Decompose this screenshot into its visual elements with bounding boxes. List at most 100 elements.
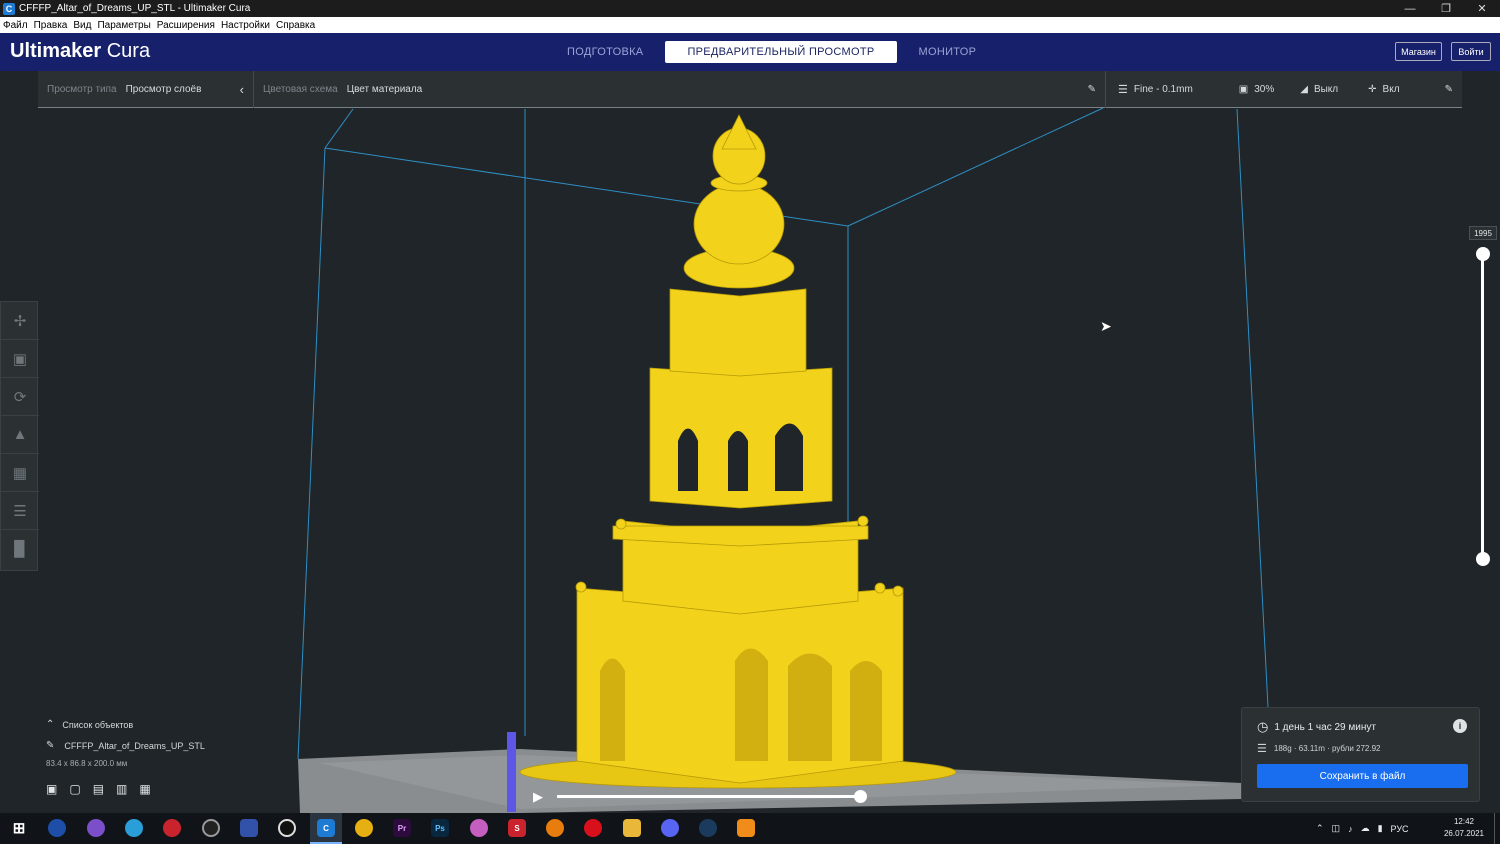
nozzle-marker [507, 732, 516, 812]
mirror-tool-icon[interactable]: ▲ [1, 416, 39, 454]
pencil-icon[interactable]: ✎ [1445, 84, 1453, 95]
per-model-settings-icon[interactable]: ▦ [1, 454, 39, 492]
premiere-icon[interactable]: Pr [393, 819, 411, 837]
tab-preview[interactable]: ПРЕДВАРИТЕЛЬНЫЙ ПРОСМОТР [665, 41, 897, 63]
menu-help[interactable]: Справка [273, 20, 318, 31]
chevron-up-icon[interactable]: ⌃ [46, 719, 54, 730]
system-tray: ⌃ ◫ ♪ ☁ ▮ РУС [1316, 813, 1409, 844]
save-to-file-button[interactable]: Сохранить в файл [1257, 764, 1468, 788]
discord-icon[interactable] [661, 819, 679, 837]
cura-icon[interactable]: C [317, 819, 335, 837]
print-info-panel: ◷ 1 день 1 час 29 минут i ☰ 188g · 63.11… [1241, 707, 1480, 802]
clock[interactable]: 12:42 26.07.2021 [1440, 816, 1488, 840]
right-view-icon[interactable]: ▦ [139, 782, 150, 796]
tab-prepare[interactable]: ПОДГОТОВКА [545, 41, 665, 63]
mouse-cursor-icon: ➤ [1100, 318, 1112, 334]
app-header: Ultimaker Cura ПОДГОТОВКА ПРЕДВАРИТЕЛЬНЫ… [0, 33, 1500, 71]
color-scheme-selector[interactable]: Цветовая схема Цвет материала ✎ [254, 70, 1106, 108]
steam-icon[interactable] [699, 819, 717, 837]
window-title: CFFFP_Altar_of_Dreams_UP_STL - Ultimaker… [19, 3, 251, 14]
show-desktop-button[interactable] [1494, 813, 1500, 844]
object-dimensions: 83.4 x 86.8 x 200.0 мм [46, 759, 128, 768]
print-settings-summary[interactable]: ☰ Fine - 0.1mm ▣ 30% ◢ Выкл ✛ Вкл ✎ [1106, 71, 1462, 108]
color-scheme-value: Цвет материала [346, 83, 423, 95]
3d-viewport[interactable]: Просмотр типа Просмотр слоёв ‹ Цветовая … [0, 70, 1500, 813]
language-indicator[interactable]: РУС [1391, 824, 1409, 834]
obs-icon[interactable] [202, 819, 220, 837]
restore-icon[interactable]: ❐ [1428, 0, 1464, 17]
object-list-panel: ⌃ Список объектов ✎ CFFFP_Altar_of_Dream… [46, 719, 296, 796]
recorder-icon[interactable] [163, 819, 181, 837]
record-icon[interactable] [278, 819, 296, 837]
windows-start-icon[interactable]: ⊞ [10, 819, 28, 837]
chrome-icon[interactable] [355, 819, 373, 837]
simulation-slider-track[interactable] [557, 795, 862, 798]
chevron-left-icon[interactable]: ‹ [240, 82, 244, 97]
layer-slider-track [1481, 254, 1484, 559]
pencil-icon[interactable]: ✎ [1088, 84, 1096, 95]
minimize-icon[interactable]: — [1392, 0, 1428, 17]
stage-menu: ПОДГОТОВКА ПРЕДВАРИТЕЛЬНЫЙ ПРОСМОТР МОНИ… [545, 41, 998, 63]
layer-slider-bottom-handle[interactable] [1476, 552, 1490, 566]
menu-edit[interactable]: Правка [31, 20, 71, 31]
layer-slider-top-handle[interactable] [1476, 247, 1490, 261]
telegram-icon[interactable] [125, 819, 143, 837]
move-tool-icon[interactable]: ✢ [1, 302, 39, 340]
menu-settings[interactable]: Параметры [94, 20, 153, 31]
simulation-slider-handle[interactable] [854, 790, 867, 803]
menu-preferences[interactable]: Настройки [218, 20, 273, 31]
app-icon[interactable] [470, 819, 488, 837]
support-blocker-icon[interactable]: ☰ [1, 492, 39, 530]
photoshop-icon[interactable]: Ps [431, 819, 449, 837]
menu-view[interactable]: Вид [70, 20, 94, 31]
app-icon[interactable]: S [508, 819, 526, 837]
object-file-name: CFFFP_Altar_of_Dreams_UP_STL [64, 740, 205, 751]
front-view-icon[interactable]: ▢ [69, 782, 80, 796]
support-icon: ◢ [1300, 83, 1308, 95]
scale-tool-icon[interactable]: ▣ [1, 340, 39, 378]
browser-icon[interactable] [48, 819, 66, 837]
rotate-tool-icon[interactable]: ⟳ [1, 378, 39, 416]
material-usage: 188g · 63.11m · рубли 272.92 [1273, 744, 1381, 753]
battery-icon[interactable]: ▮ [1378, 823, 1383, 834]
top-view-icon[interactable]: ▤ [93, 782, 104, 796]
layer-slider[interactable]: 1995 [1469, 226, 1497, 566]
play-simulation-icon[interactable]: ▶ [533, 789, 543, 805]
sign-in-button[interactable]: Войти [1451, 42, 1491, 61]
marketplace-button[interactable]: Магазин [1395, 42, 1442, 61]
object-list-item[interactable]: ✎ CFFFP_Altar_of_Dreams_UP_STL [46, 740, 296, 751]
print-time-row: ◷ 1 день 1 час 29 минут [1257, 719, 1376, 735]
volume-icon[interactable]: ♪ [1348, 824, 1353, 834]
blender-icon[interactable] [546, 819, 564, 837]
layer-number-label[interactable]: 1995 [1469, 226, 1497, 240]
view-type-selector[interactable]: Просмотр типа Просмотр слоёв ‹ [38, 70, 254, 108]
app-icon[interactable] [737, 819, 755, 837]
support-value: Выкл [1313, 83, 1339, 95]
pencil-icon[interactable]: ✎ [46, 740, 54, 751]
viber-icon[interactable] [87, 819, 105, 837]
profile-value: Fine - 0.1mm [1133, 83, 1193, 95]
save-disk-icon[interactable] [240, 819, 258, 837]
cloud-icon[interactable]: ☁ [1361, 823, 1370, 834]
tab-monitor[interactable]: МОНИТОР [897, 41, 999, 63]
menu-file[interactable]: Файл [0, 20, 31, 31]
opera-icon[interactable] [584, 819, 602, 837]
close-icon[interactable]: ✕ [1464, 0, 1500, 17]
network-icon[interactable]: ◫ [1332, 823, 1341, 834]
menu-extensions[interactable]: Расширения [154, 20, 218, 31]
info-icon[interactable]: i [1453, 719, 1467, 733]
view-options-bar: Просмотр типа Просмотр слоёв ‹ Цветовая … [38, 70, 1462, 108]
object-list-header[interactable]: ⌃ Список объектов [46, 719, 296, 730]
3d-view-icon[interactable]: ▣ [46, 782, 57, 796]
left-view-icon[interactable]: ▥ [116, 782, 127, 796]
tool-panel: ✢ ▣ ⟳ ▲ ▦ ☰ ▉ [0, 301, 39, 571]
view-type-value: Просмотр слоёв [125, 83, 202, 95]
infill-value: 30% [1254, 83, 1275, 95]
adhesion-icon: ✛ [1368, 83, 1377, 95]
file-explorer-icon[interactable] [623, 819, 641, 837]
layers-tool-icon[interactable]: ▉ [1, 530, 39, 568]
taskbar-cura-active[interactable]: C [310, 813, 342, 844]
chevron-up-icon[interactable]: ⌃ [1316, 823, 1324, 834]
scene-canvas [297, 107, 1269, 813]
clock-date: 26.07.2021 [1443, 829, 1485, 838]
